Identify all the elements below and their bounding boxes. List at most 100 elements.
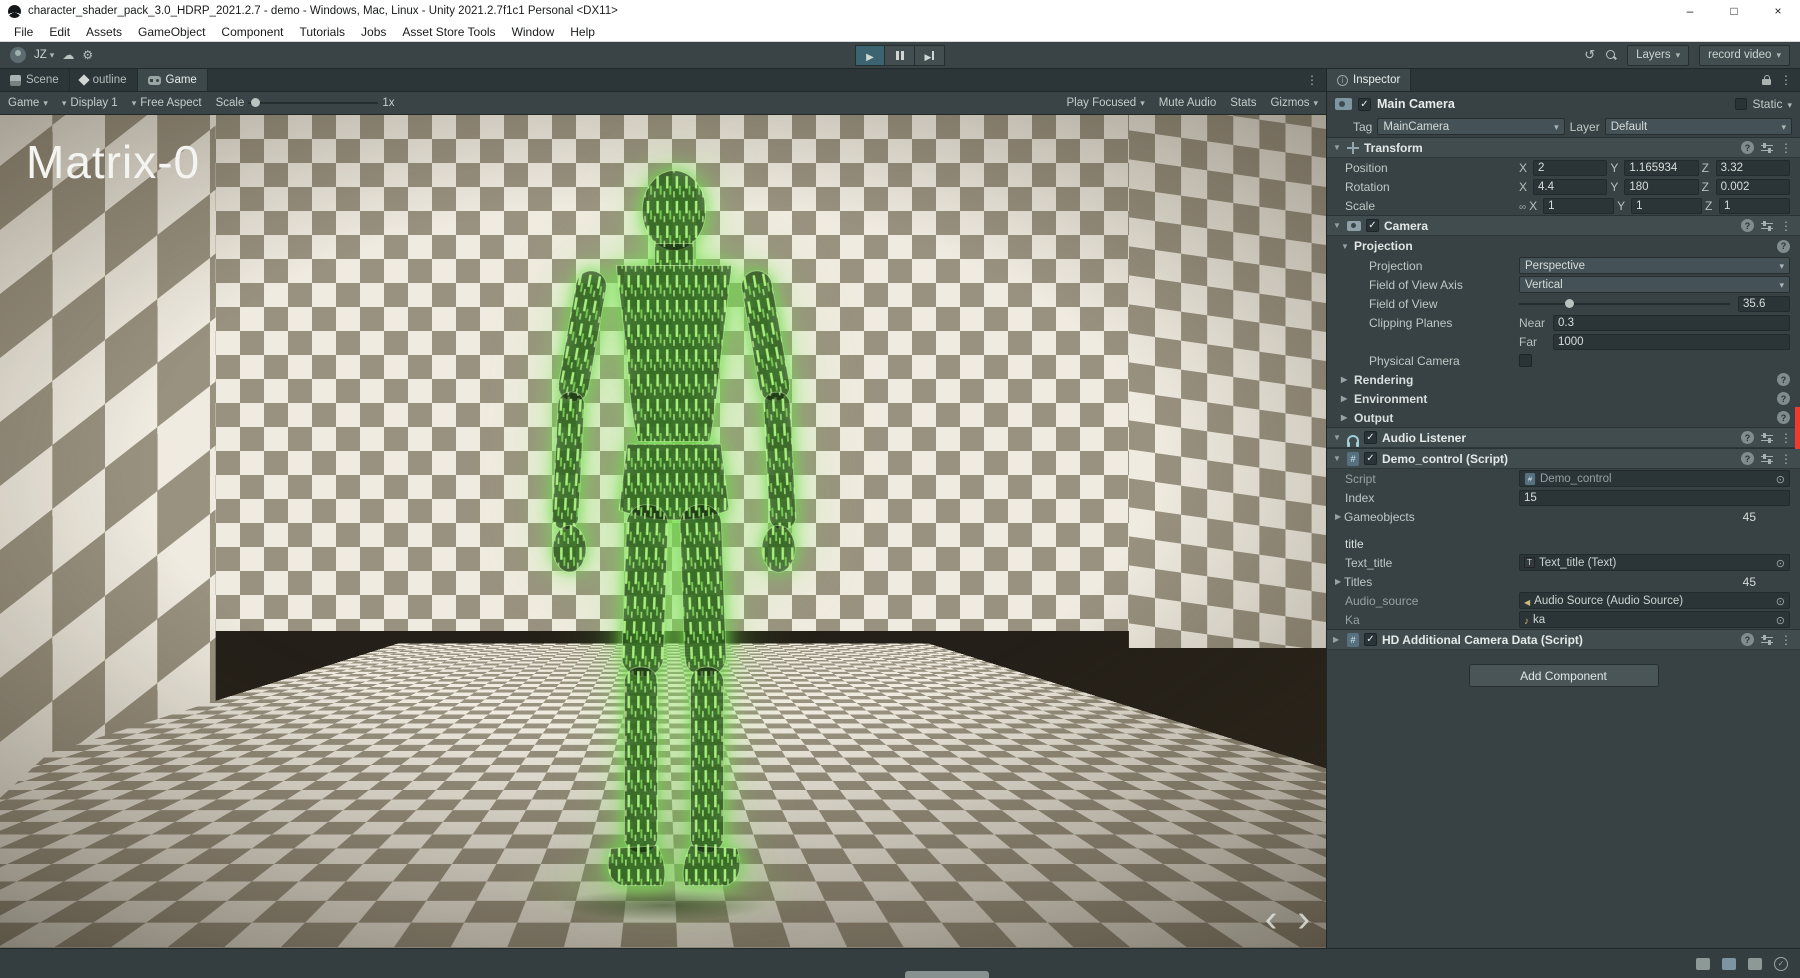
layout-dropdown[interactable]: record video (1699, 45, 1790, 66)
foldout-icon[interactable] (1333, 221, 1342, 230)
foldout-icon[interactable] (1341, 242, 1350, 251)
tab-inspector[interactable]: Inspector (1327, 69, 1411, 91)
help-icon[interactable] (1777, 240, 1790, 253)
close-button[interactable]: × (1756, 0, 1800, 22)
static-dropdown-icon[interactable] (1787, 97, 1792, 111)
menu-file[interactable]: File (6, 25, 41, 39)
play-button[interactable] (855, 45, 885, 66)
status-check-icon[interactable] (1774, 957, 1788, 971)
scale-z-field[interactable]: 1 (1719, 198, 1790, 214)
tab-scene[interactable]: Scene (0, 69, 70, 91)
object-picker-icon[interactable] (1776, 594, 1785, 608)
account-avatar[interactable] (10, 47, 26, 63)
account-dropdown[interactable]: JZ (34, 49, 54, 61)
help-icon[interactable] (1741, 141, 1754, 154)
help-icon[interactable] (1741, 633, 1754, 646)
foldout-icon[interactable] (1333, 635, 1342, 644)
tab-game[interactable]: Game (138, 69, 208, 91)
scale-x-field[interactable]: 1 (1543, 198, 1614, 214)
projection-section-header[interactable]: Projection (1327, 236, 1800, 256)
rotation-y-field[interactable]: 180 (1624, 179, 1698, 195)
camera-header[interactable]: Camera (1327, 215, 1800, 236)
foldout-icon[interactable] (1341, 413, 1350, 422)
component-menu-icon[interactable] (1780, 141, 1792, 155)
component-menu-icon[interactable] (1780, 633, 1792, 647)
foldout-icon[interactable] (1341, 394, 1350, 403)
rotation-x-field[interactable]: 4.4 (1533, 179, 1607, 195)
transform-header[interactable]: Transform (1327, 137, 1800, 158)
tab-outline[interactable]: outline (70, 69, 138, 91)
ka-object-field[interactable]: ka (1519, 611, 1790, 628)
presets-icon[interactable] (1761, 432, 1773, 443)
far-field[interactable]: 1000 (1553, 334, 1790, 350)
menu-window[interactable]: Window (504, 25, 563, 39)
hd-camera-enabled-checkbox[interactable] (1364, 633, 1377, 646)
presets-icon[interactable] (1761, 142, 1773, 153)
stats-toggle[interactable]: Stats (1230, 97, 1256, 109)
gameobjects-row[interactable]: Gameobjects 45 (1327, 507, 1800, 526)
foldout-icon[interactable] (1335, 577, 1344, 586)
scale-y-field[interactable]: 1 (1631, 198, 1702, 214)
audio-listener-enabled-checkbox[interactable] (1364, 431, 1377, 444)
script-object-field[interactable]: Demo_control (1519, 470, 1790, 487)
static-checkbox[interactable] (1735, 98, 1747, 110)
inspector-menu-icon[interactable] (1780, 73, 1792, 87)
foldout-icon[interactable] (1341, 375, 1350, 384)
status-icon-3[interactable] (1748, 958, 1762, 970)
gizmos-dropdown[interactable]: Gizmos (1270, 97, 1318, 109)
environment-foldout[interactable]: Environment (1327, 389, 1800, 408)
next-arrow-icon[interactable]: › (1297, 900, 1310, 938)
inspector-lock-icon[interactable] (1762, 75, 1772, 85)
foldout-icon[interactable] (1333, 454, 1342, 463)
demo-control-header[interactable]: Demo_control (Script) (1327, 448, 1800, 469)
help-icon[interactable] (1741, 219, 1754, 232)
physical-camera-checkbox[interactable] (1519, 354, 1532, 367)
menu-jobs[interactable]: Jobs (353, 25, 394, 39)
menu-assets[interactable]: Assets (78, 25, 130, 39)
status-icon-2[interactable] (1722, 958, 1736, 970)
menu-edit[interactable]: Edit (41, 25, 78, 39)
menu-help[interactable]: Help (562, 25, 603, 39)
titles-row[interactable]: Titles 45 (1327, 572, 1800, 591)
help-icon[interactable] (1777, 373, 1790, 386)
component-menu-icon[interactable] (1780, 452, 1792, 466)
component-menu-icon[interactable] (1780, 431, 1792, 445)
near-field[interactable]: 0.3 (1553, 315, 1790, 331)
foldout-icon[interactable] (1335, 512, 1344, 521)
audio-listener-header[interactable]: Audio Listener (1327, 427, 1800, 448)
menu-tutorials[interactable]: Tutorials (291, 25, 353, 39)
menu-component[interactable]: Component (213, 25, 291, 39)
settings-gear-icon[interactable] (82, 48, 93, 62)
output-foldout[interactable]: Output (1327, 408, 1800, 427)
search-icon[interactable] (1605, 49, 1617, 61)
titles-size-field[interactable]: 45 (1743, 575, 1790, 589)
menu-asset-store-tools[interactable]: Asset Store Tools (394, 25, 503, 39)
scale-slider[interactable] (248, 102, 378, 104)
rotation-z-field[interactable]: 0.002 (1716, 179, 1790, 195)
help-icon[interactable] (1777, 411, 1790, 424)
aspect-dropdown[interactable]: Free Aspect (132, 97, 202, 109)
gameobject-active-checkbox[interactable] (1358, 98, 1371, 111)
foldout-icon[interactable] (1333, 143, 1342, 152)
camera-enabled-checkbox[interactable] (1366, 219, 1379, 232)
cloud-services-icon[interactable] (62, 48, 74, 62)
tag-dropdown[interactable]: MainCamera (1377, 118, 1564, 135)
projection-dropdown[interactable]: Perspective (1519, 257, 1790, 274)
layers-dropdown[interactable]: Layers (1627, 45, 1689, 66)
mute-audio-toggle[interactable]: Mute Audio (1159, 97, 1217, 109)
minimize-button[interactable]: – (1668, 0, 1712, 22)
constrain-proportions-icon[interactable] (1519, 199, 1526, 213)
prev-arrow-icon[interactable]: ‹ (1265, 900, 1278, 938)
presets-icon[interactable] (1761, 453, 1773, 464)
audio-source-object-field[interactable]: Audio Source (Audio Source) (1519, 592, 1790, 609)
pause-button[interactable] (885, 45, 915, 66)
object-picker-icon[interactable] (1776, 613, 1785, 627)
position-y-field[interactable]: 1.165934 (1624, 160, 1698, 176)
position-x-field[interactable]: 2 (1533, 160, 1607, 176)
hd-camera-data-header[interactable]: HD Additional Camera Data (Script) (1327, 629, 1800, 650)
help-icon[interactable] (1777, 392, 1790, 405)
step-button[interactable] (915, 45, 945, 66)
help-icon[interactable] (1741, 431, 1754, 444)
undo-history-icon[interactable] (1584, 47, 1595, 63)
position-z-field[interactable]: 3.32 (1716, 160, 1790, 176)
